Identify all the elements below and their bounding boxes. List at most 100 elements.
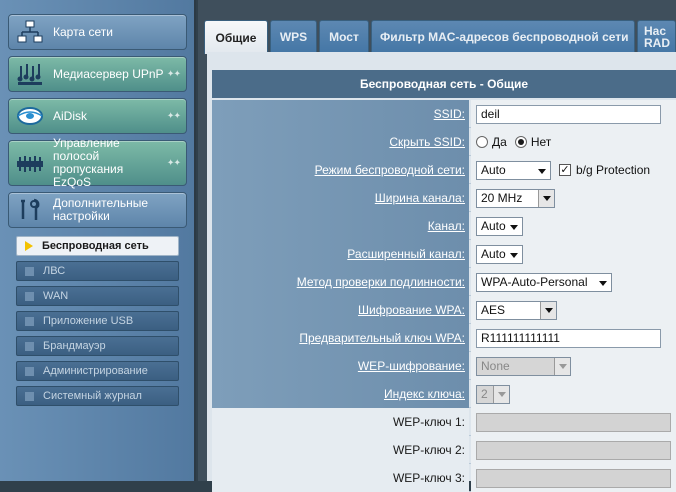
sidebar-item-system-log[interactable]: Системный журнал [16, 386, 179, 406]
extension-channel-label[interactable]: Расширенный канал: [212, 240, 469, 268]
tab-mac-filter[interactable]: Фильтр MAC-адресов беспроводной сети [371, 20, 635, 52]
row-wpa-encryption: Шифрование WPA: AES [212, 296, 676, 324]
menu-advanced-settings[interactable]: Дополнительные настройки [8, 192, 187, 228]
row-ssid: SSID: [212, 100, 676, 128]
chevron-down-icon [540, 301, 556, 319]
row-wep-key2: WEP-ключ 2: [212, 436, 676, 464]
sidebar-item-label: Системный журнал [43, 390, 142, 402]
menu-upnp-media-server[interactable]: Медиасервер UPnP ✦✦ [8, 56, 187, 92]
sidebar-item-firewall[interactable]: Брандмауэр [16, 336, 179, 356]
sidebar-item-label: Администрирование [43, 365, 148, 377]
sidebar-item-label: ЛВС [43, 265, 66, 277]
content-area: Общие WPS Мост Фильтр MAC-адресов беспро… [198, 0, 676, 492]
chevron-down-icon [538, 189, 554, 207]
menu-label: Дополнительные настройки [53, 196, 148, 223]
sidebar-item-label: WAN [43, 290, 69, 302]
settings-panel: Беспроводная сеть - Общие SSID: Скрыть S… [207, 52, 676, 492]
menu-network-map[interactable]: Карта сети [8, 14, 187, 50]
wpa-encryption-label[interactable]: Шифрование WPA: [212, 296, 469, 324]
extension-channel-select[interactable]: Auto [476, 244, 523, 264]
row-wep-key3: WEP-ключ 3: [212, 464, 676, 492]
sidebar-item-label: Брандмауэр [43, 340, 106, 352]
square-bullet-icon [25, 391, 34, 401]
chevron-down-icon [599, 280, 607, 286]
chevron-down-icon [554, 357, 570, 375]
hide-ssid-label[interactable]: Скрыть SSID: [212, 128, 469, 156]
menu-label: AiDisk [53, 108, 88, 123]
channel-bandwidth-label[interactable]: Ширина канала: [212, 184, 469, 212]
hide-ssid-no-radio[interactable] [514, 136, 527, 148]
menu-label: Управление полосой пропускания EzQoS [53, 136, 124, 189]
square-bullet-icon [25, 291, 34, 301]
aidisk-icon [15, 103, 45, 129]
wireless-mode-label[interactable]: Режим беспроводной сети: [212, 156, 469, 184]
row-wpa-psk: Предварительный ключ WPA: [212, 324, 676, 352]
row-key-index: Индекс ключа: 2 [212, 380, 676, 408]
menu-label: Медиасервер UPnP [53, 66, 164, 81]
wireless-mode-select[interactable]: Auto [476, 160, 551, 180]
key-index-label[interactable]: Индекс ключа: [212, 380, 469, 408]
row-wireless-mode: Режим беспроводной сети: Auto ✓ b/g Prot… [212, 156, 676, 184]
channel-label[interactable]: Канал: [212, 212, 469, 240]
tab-radius[interactable]: Нас RAD [637, 20, 676, 52]
wpa-encryption-select[interactable]: AES [476, 300, 557, 320]
wep-key1-label: WEP-ключ 1: [212, 408, 469, 436]
panel-title: Беспроводная сеть - Общие [212, 70, 676, 98]
bg-protection-label: b/g Protection [576, 163, 651, 177]
channel-select[interactable]: Auto [476, 216, 523, 236]
square-bullet-icon [25, 341, 34, 351]
sidebar-item-label: Беспроводная сеть [42, 240, 149, 252]
media-server-icon [15, 61, 45, 87]
wep-encryption-select[interactable]: None [476, 356, 571, 376]
ssid-input[interactable] [476, 104, 661, 124]
sidebar-item-wireless[interactable]: Беспроводная сеть [16, 236, 179, 256]
key-index-select[interactable]: 2 [476, 384, 510, 404]
wep-encryption-label[interactable]: WEP-шифрование: [212, 352, 469, 380]
sidebar-item-administration[interactable]: Администрирование [16, 361, 179, 381]
auth-method-label[interactable]: Метод проверки подлинности: [212, 268, 469, 296]
channel-bandwidth-select[interactable]: 20 MHz [476, 188, 555, 208]
arrow-right-icon [25, 241, 33, 251]
menu-aidisk[interactable]: AiDisk ✦✦ [8, 98, 187, 134]
row-wep-encryption: WEP-шифрование: None [212, 352, 676, 380]
tab-wps[interactable]: WPS [270, 20, 317, 52]
wpa-psk-label[interactable]: Предварительный ключ WPA: [212, 324, 469, 352]
row-auth-method: Метод проверки подлинности: WPA-Auto-Per… [212, 268, 676, 296]
hide-ssid-yes-label: Да [492, 135, 507, 149]
row-wep-key1: WEP-ключ 1: [212, 408, 676, 436]
hide-ssid-yes-radio[interactable] [476, 136, 488, 148]
sidebar-item-wan[interactable]: WAN [16, 286, 179, 306]
wpa-psk-input[interactable] [476, 328, 661, 348]
chevron-down-icon [510, 252, 518, 258]
row-extension-channel: Расширенный канал: Auto [212, 240, 676, 268]
hide-ssid-no-label: Нет [530, 135, 552, 149]
tab-general[interactable]: Общие [204, 20, 268, 54]
wep-key2-label: WEP-ключ 2: [212, 436, 469, 464]
network-map-icon [15, 19, 45, 45]
tab-bridge[interactable]: Мост [319, 20, 369, 52]
wep-key1-input[interactable] [476, 412, 671, 432]
ssid-label[interactable]: SSID: [212, 100, 469, 128]
sparkle-icon: ✦✦ [166, 110, 181, 121]
wep-key2-input[interactable] [476, 440, 671, 460]
sparkle-icon: ✦✦ [166, 157, 181, 168]
wep-key3-input[interactable] [476, 468, 671, 488]
row-channel: Канал: Auto [212, 212, 676, 240]
chevron-down-icon [510, 224, 518, 230]
sidebar-item-label: Приложение USB [43, 315, 134, 327]
wep-key3-label: WEP-ключ 3: [212, 464, 469, 492]
row-channel-bandwidth: Ширина канала: 20 MHz [212, 184, 676, 212]
sidebar-item-usb-app[interactable]: Приложение USB [16, 311, 179, 331]
auth-method-select[interactable]: WPA-Auto-Personal [476, 272, 612, 292]
square-bullet-icon [25, 316, 34, 326]
wrench-icon [15, 197, 45, 223]
chevron-down-icon [493, 385, 509, 403]
sidebar-item-lan[interactable]: ЛВС [16, 261, 179, 281]
row-hide-ssid: Скрыть SSID: Да Нет [212, 128, 676, 156]
bg-protection-checkbox[interactable]: ✓ [559, 164, 571, 176]
menu-label: Карта сети [53, 24, 113, 39]
wireless-general-form: SSID: Скрыть SSID: Да Нет Режим беспрово… [212, 100, 676, 492]
sparkle-icon: ✦✦ [166, 68, 181, 79]
menu-ezqos[interactable]: Управление полосой пропускания EzQoS ✦✦ [8, 136, 187, 189]
square-bullet-icon [25, 366, 34, 376]
